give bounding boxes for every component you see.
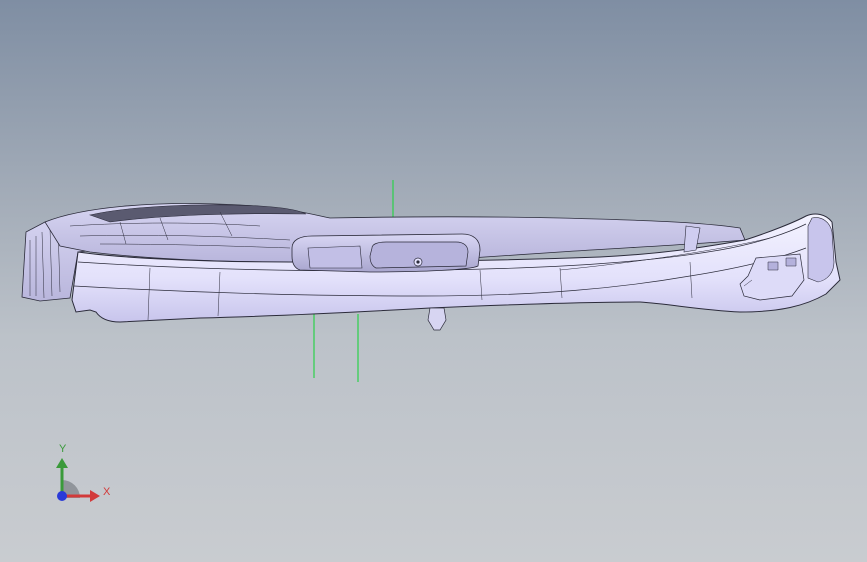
coordinate-triad: Y X (40, 438, 120, 508)
y-axis-label: Y (59, 443, 67, 455)
cad-model[interactable] (0, 0, 867, 562)
x-axis-label: X (103, 486, 111, 498)
part-screw-hole-inner (416, 260, 420, 264)
part-right-end-face (807, 217, 835, 283)
x-axis-arrow (90, 490, 100, 502)
z-axis-dot (57, 491, 67, 501)
part-handle-inner (307, 245, 363, 269)
y-axis-arrow (56, 458, 68, 468)
part-bottom-peg (427, 307, 447, 331)
graphics-viewport[interactable]: Y X (0, 0, 867, 562)
